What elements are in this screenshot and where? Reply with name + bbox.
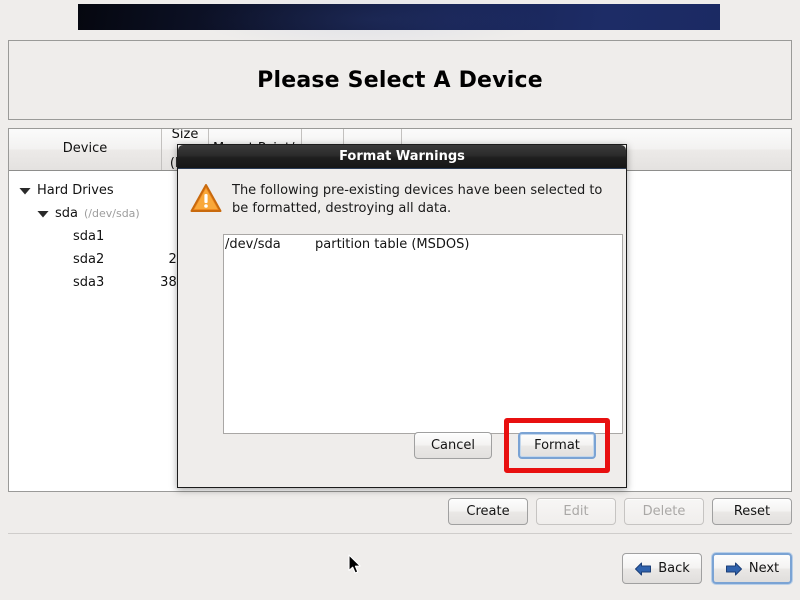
arrow-left-icon [635, 562, 652, 575]
device-name: sda2 [73, 252, 105, 267]
arrow-right-icon [725, 562, 742, 575]
format-button-highlight: Format [504, 418, 610, 473]
list-item[interactable]: /dev/sda partition table (MSDOS) [224, 235, 622, 252]
edit-button: Edit [536, 498, 616, 525]
device-name: sda3 [73, 275, 105, 290]
create-button[interactable]: Create [448, 498, 528, 525]
format-button[interactable]: Format [518, 432, 596, 459]
dialog-message: The following pre-existing devices have … [232, 183, 603, 216]
dialog-button-row: Cancel Format [414, 418, 610, 473]
device-path: /dev/sda [225, 237, 281, 252]
header-banner [78, 0, 720, 51]
chevron-down-icon[interactable] [37, 208, 49, 220]
column-header-device[interactable]: Device [9, 129, 162, 170]
dialog-message-row: The following pre-existing devices have … [178, 169, 626, 217]
footer-divider [8, 533, 792, 534]
device-path: (/dev/sda) [84, 207, 140, 220]
dialog-body: The following pre-existing devices have … [178, 169, 626, 487]
format-warnings-dialog[interactable]: Format Warnings The following pre-existi… [177, 144, 627, 488]
back-button-label: Back [658, 561, 690, 576]
title-panel: Please Select A Device [8, 40, 792, 120]
arrow-cursor [348, 554, 361, 574]
cancel-button[interactable]: Cancel [414, 432, 492, 459]
dialog-titlebar[interactable]: Format Warnings [178, 145, 626, 169]
partition-action-toolbar: Create Edit Delete Reset [8, 498, 792, 526]
page-title: Please Select A Device [257, 67, 543, 93]
device-name: Hard Drives [37, 183, 114, 198]
next-button[interactable]: Next [712, 553, 792, 584]
reset-button[interactable]: Reset [712, 498, 792, 525]
warning-triangle-icon [190, 184, 222, 212]
delete-button: Delete [624, 498, 704, 525]
navigation-bar: Back Next [622, 553, 792, 584]
device-name: sda1 [73, 229, 105, 244]
affected-devices-list[interactable]: /dev/sda partition table (MSDOS) [223, 234, 623, 434]
back-button[interactable]: Back [622, 553, 702, 584]
device-description: partition table (MSDOS) [315, 237, 470, 252]
next-button-label: Next [748, 561, 780, 576]
chevron-down-icon[interactable] [19, 185, 31, 197]
dialog-title: Format Warnings [339, 149, 465, 164]
device-name: sda [55, 206, 78, 221]
